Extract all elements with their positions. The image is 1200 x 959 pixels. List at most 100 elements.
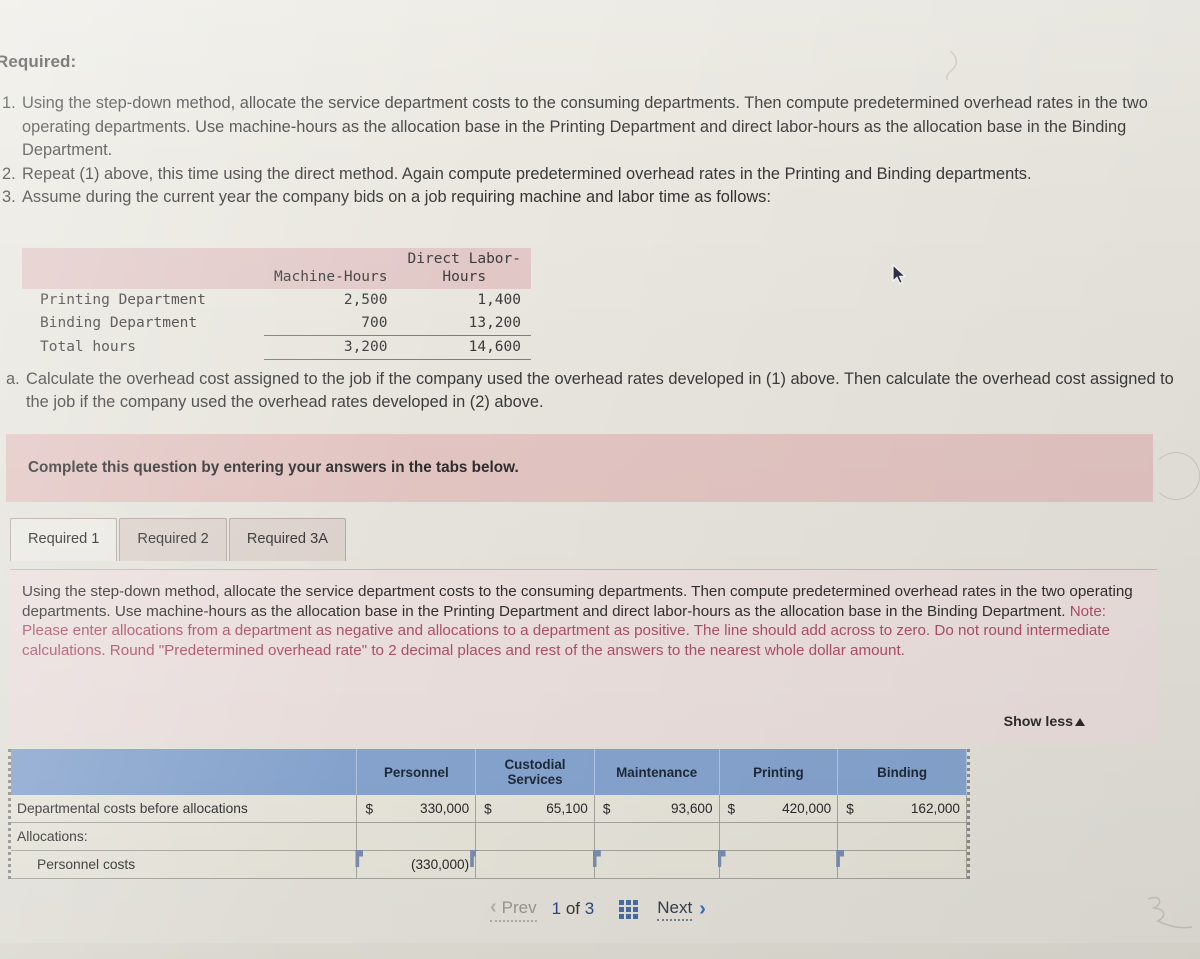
grid-cell	[626, 906, 632, 912]
input-personnel-personnel-costs[interactable]: (330,000)	[355, 850, 479, 879]
cell-handle-icon	[592, 850, 601, 867]
tab-required-3a[interactable]: Required 3A	[228, 518, 346, 561]
grid-cell	[619, 899, 625, 905]
cell-maintenance-allocations-spacer	[594, 822, 720, 851]
cell-binding-allocations-spacer	[837, 822, 967, 851]
hours-table-header-row: Machine-Hours Direct Labor- Hours	[22, 248, 531, 289]
mouse-cursor-icon	[892, 263, 908, 286]
grid-cell	[619, 906, 625, 912]
currency-symbol: $	[602, 801, 611, 816]
total-pages: 3	[584, 899, 595, 918]
cell-printing-before: $ 420,000	[719, 795, 839, 823]
input-custodial-personnel-costs[interactable]	[475, 850, 595, 879]
hours-table-blank-header	[22, 248, 264, 289]
instruction-number: 2.	[2, 164, 16, 183]
instructions-list: 1. Using the step-down method, allocate …	[2, 92, 1182, 210]
hours-row-label: Printing Department	[40, 292, 206, 308]
hours-table-row: Binding Department 700 13,200	[22, 312, 531, 336]
requirement-tabs: Required 1 Required 2 Required 3A	[10, 518, 348, 561]
answer-grid-header-printing: Printing	[719, 749, 839, 795]
cell-printing-allocations-spacer	[719, 822, 839, 851]
cell-handle-icon	[717, 850, 726, 867]
hours-row-direct-labor-hours: 14,600	[397, 335, 531, 360]
answer-grid-header-maintenance: Maintenance	[594, 749, 720, 795]
cell-value: 65,100	[546, 801, 588, 816]
next-button[interactable]: Next ›	[657, 898, 706, 921]
cell-value: (330,000)	[410, 857, 470, 872]
input-printing-personnel-costs[interactable]	[717, 850, 839, 879]
cell-custodial-allocations-spacer	[475, 822, 595, 851]
of-label: of	[565, 899, 581, 918]
prev-label: Prev	[501, 897, 537, 917]
table-row: Allocations:	[11, 822, 967, 851]
cell-value: 162,000	[910, 801, 960, 816]
show-less-toggle[interactable]: Show less	[1004, 714, 1085, 730]
cell-value: 420,000	[782, 801, 832, 816]
cell-custodial-before: $ 65,100	[475, 795, 595, 823]
show-less-label: Show less	[1003, 714, 1073, 730]
instruction-item-1: 1. Using the step-down method, allocate …	[2, 92, 1182, 163]
hours-table-total-row: Total hours 3,200 14,600	[22, 335, 531, 360]
currency-symbol: $	[846, 801, 854, 816]
grid-3x3-icon[interactable]	[619, 899, 639, 919]
grid-cell	[633, 913, 639, 919]
page-counter: 1 of 3	[552, 899, 595, 919]
part-a-instruction: a. Calculate the overhead cost assigned …	[6, 368, 1182, 414]
input-maintenance-personnel-costs[interactable]	[592, 850, 720, 879]
complete-question-banner: Complete this question by entering your …	[6, 434, 1153, 502]
answer-grid-header-personnel: Personnel	[356, 749, 477, 795]
instruction-text: Using the step-down method, allocate the…	[22, 94, 1148, 159]
hours-table-header-machine-hours: Machine-Hours	[264, 248, 398, 289]
current-page: 1	[551, 899, 562, 918]
hours-row-label: Binding Department	[40, 315, 198, 332]
instruction-text: Assume during the current year the compa…	[22, 188, 771, 206]
cell-value: 330,000	[420, 801, 470, 816]
tab-panel-paragraph: Using the step-down method, allocate the…	[22, 583, 1133, 620]
pen-mark-circle	[1152, 452, 1200, 500]
page-bottom-edge	[0, 943, 1200, 959]
grid-cell	[633, 906, 639, 912]
pen-mark-squiggle	[1134, 893, 1194, 945]
grid-cell	[619, 913, 625, 919]
job-hours-table: Machine-Hours Direct Labor- Hours Printi…	[22, 248, 531, 360]
answer-grid-scroll-container[interactable]: Personnel Custodial Services Maintenance…	[8, 749, 970, 879]
answer-grid-header-row: Personnel Custodial Services Maintenance…	[11, 749, 967, 795]
dlh-line-1: Direct Labor-	[407, 251, 522, 267]
answer-grid-header-binding: Binding	[837, 749, 967, 795]
caret-up-icon	[1075, 717, 1085, 726]
instruction-number: 1.	[2, 94, 16, 112]
table-row: Personnel costs (330,000)	[11, 850, 967, 879]
required-heading: Required:	[0, 52, 77, 71]
table-row: Departmental costs before allocations $ …	[11, 795, 967, 823]
hours-row-direct-labor-hours: 1,400	[477, 292, 521, 308]
instruction-text: Repeat (1) above, this time using the di…	[22, 164, 1032, 183]
input-binding-personnel-costs[interactable]	[836, 850, 967, 879]
part-a-text: Calculate the overhead cost assigned to …	[26, 370, 1174, 411]
hours-row-machine-hours: 2,500	[343, 292, 388, 308]
currency-symbol: $	[727, 801, 736, 816]
hours-row-machine-hours: 3,200	[264, 335, 398, 360]
question-pager: ‹ Prev 1 of 3 Next ›	[490, 896, 706, 922]
grid-cell	[633, 899, 639, 905]
tab-required-1[interactable]: Required 1	[10, 518, 118, 561]
cell-value: 93,600	[670, 801, 713, 816]
cell-personnel-allocations-spacer	[356, 822, 477, 851]
hours-table-row: Printing Department 2,500 1,400	[22, 289, 531, 312]
tab-content-panel: Using the step-down method, allocate the…	[10, 569, 1157, 744]
row-label-departmental-costs: Departmental costs before allocations	[11, 795, 358, 823]
cell-maintenance-before: $ 93,600	[594, 795, 720, 823]
cost-allocation-grid: Personnel Custodial Services Maintenance…	[11, 749, 967, 879]
row-label-allocations: Allocations:	[11, 822, 358, 851]
cell-personnel-before: $ 330,000	[356, 795, 477, 823]
cell-handle-icon	[355, 850, 364, 867]
hours-row-direct-labor-hours: 13,200	[397, 312, 531, 336]
answer-grid-header-custodial-services: Custodial Services	[475, 749, 595, 795]
currency-symbol: $	[484, 801, 492, 816]
complete-question-banner-text: Complete this question by entering your …	[28, 459, 519, 476]
prev-button[interactable]: ‹ Prev	[490, 896, 537, 922]
tab-required-2[interactable]: Required 2	[119, 518, 227, 561]
part-a-number: a.	[6, 370, 20, 388]
answer-grid-corner-header	[11, 749, 358, 795]
pen-mark-tick	[936, 50, 962, 88]
hours-row-label: Total hours	[40, 339, 137, 355]
